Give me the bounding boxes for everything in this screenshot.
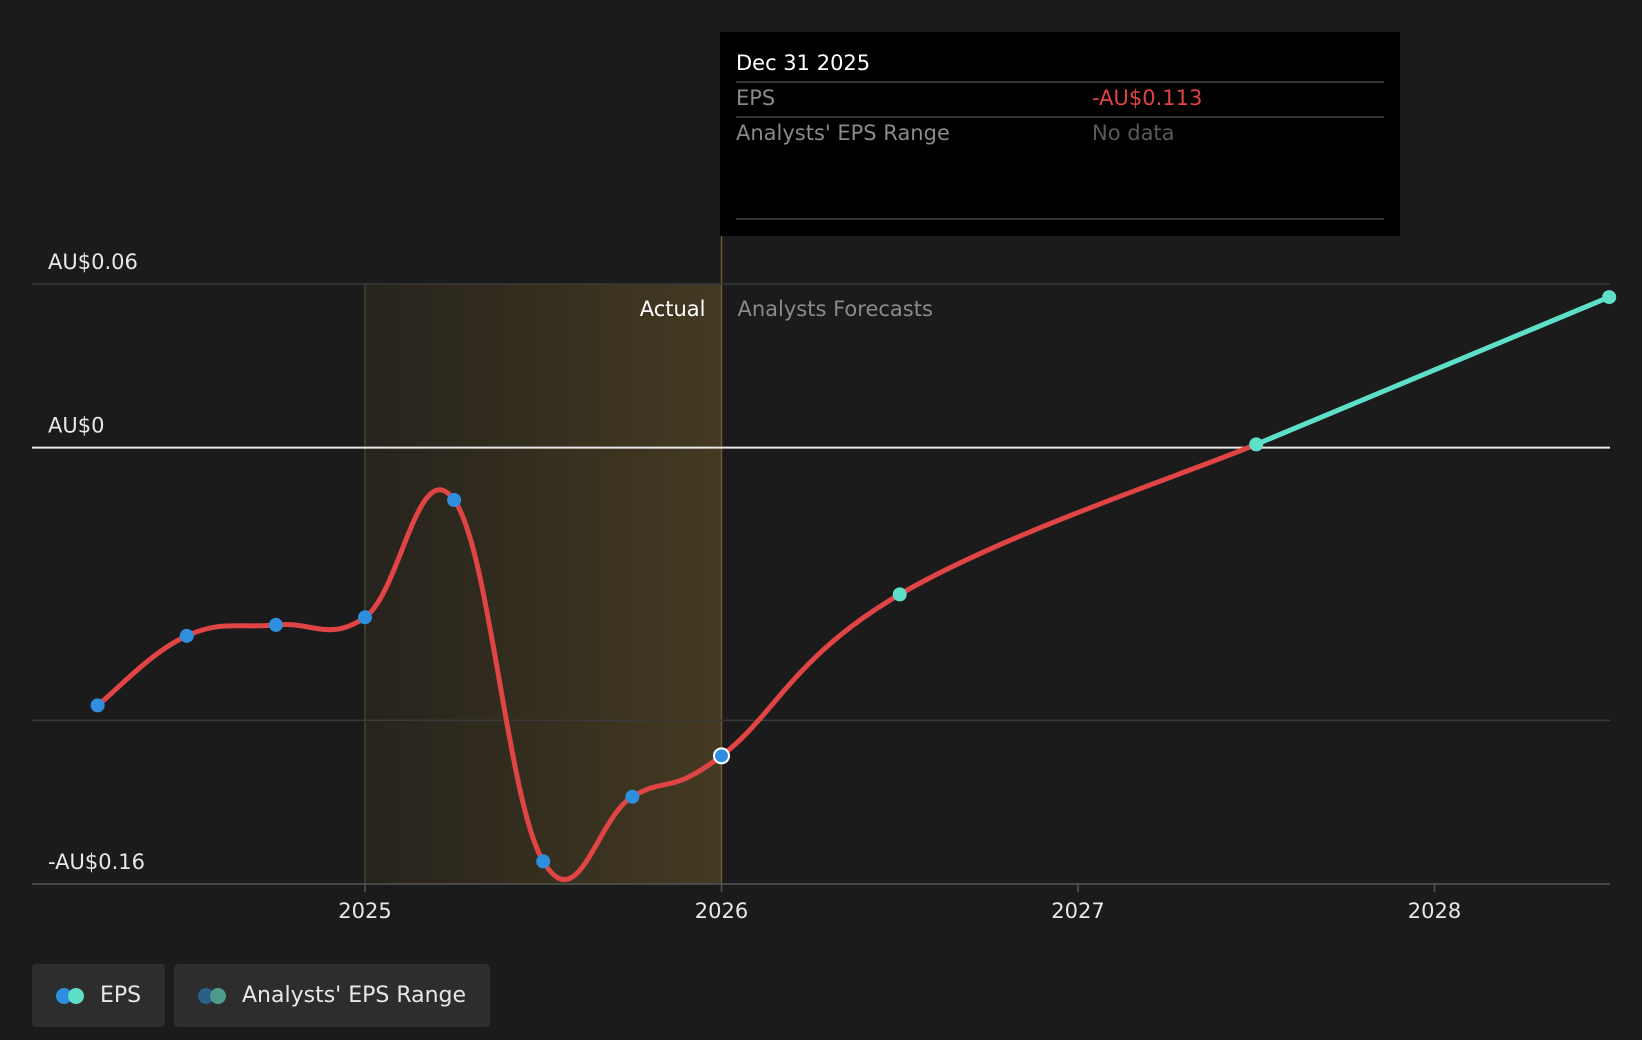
legend-eps-label: EPS: [100, 983, 142, 1008]
eps-legend-icon: [56, 987, 86, 1004]
y-tick-label: AU$0: [48, 414, 104, 438]
y-tick-label: -AU$0.16: [48, 850, 145, 874]
tooltip-eps-value: -AU$0.113: [1092, 86, 1202, 110]
x-tick-label: 2027: [1051, 899, 1104, 923]
eps-forecast-positive-line: [1253, 294, 1612, 447]
y-tick-label: AU$0.06: [48, 250, 138, 274]
actual-period-region: [365, 284, 722, 884]
eps-forecast-point[interactable]: [1602, 290, 1617, 305]
eps-forecast-point[interactable]: [1249, 437, 1264, 452]
legend-item-analysts-eps-range[interactable]: Analysts' EPS Range: [174, 964, 490, 1027]
eps-point[interactable]: [90, 698, 105, 713]
tooltip-range-value: No data: [1092, 121, 1175, 145]
legend-item-eps[interactable]: EPS: [32, 964, 165, 1027]
eps-point[interactable]: [268, 617, 283, 632]
eps-point[interactable]: [358, 610, 372, 625]
eps-range-legend-icon: [198, 987, 228, 1004]
tooltip: Dec 31 2025 EPS -AU$0.113 Analysts' EPS …: [720, 32, 1400, 236]
tooltip-eps-label: EPS: [736, 86, 775, 110]
eps-point[interactable]: [447, 493, 462, 507]
eps-forecast-point[interactable]: [892, 587, 907, 602]
forecast-label: Analysts Forecasts: [738, 297, 933, 321]
tooltip-date: Dec 31 2025: [736, 51, 870, 75]
eps-point-highlighted[interactable]: [713, 747, 730, 765]
eps-point[interactable]: [179, 628, 194, 643]
eps-point[interactable]: [625, 789, 640, 804]
actual-label: Actual: [640, 297, 706, 321]
x-tick-label: 2026: [695, 899, 748, 923]
eps-point[interactable]: [536, 854, 551, 869]
tooltip-range-label: Analysts' EPS Range: [736, 121, 950, 145]
x-tick-label: 2028: [1408, 899, 1461, 923]
eps-chart: AU$0.06 AU$0 -AU$0.16 2025 2026 2027 2028 Actua…: [32, 32, 1617, 923]
x-tick-label: 2025: [338, 899, 391, 923]
legend-range-label: Analysts' EPS Range: [242, 983, 467, 1008]
